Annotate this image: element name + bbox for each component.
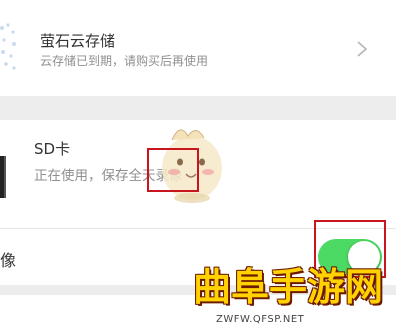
sd-card-icon — [0, 156, 6, 198]
cloud-storage-icon — [0, 23, 16, 70]
chevron-right-icon — [357, 41, 368, 57]
cloud-storage-title: 萤石云存储 — [40, 32, 116, 50]
watermark-url: ZWFW.QFSP.NET — [216, 314, 305, 325]
watermark-title: 曲阜手游网 — [193, 264, 384, 309]
cloud-storage-row[interactable]: 萤石云存储 云存储已到期，请购买后再使用 — [0, 0, 396, 96]
recording-label: 像 — [0, 251, 17, 270]
sd-card-title: SD卡 — [34, 140, 71, 158]
highlight-box — [147, 148, 199, 192]
cloud-storage-subtitle: 云存储已到期，请购买后再使用 — [40, 54, 209, 68]
section-gap — [0, 96, 396, 120]
